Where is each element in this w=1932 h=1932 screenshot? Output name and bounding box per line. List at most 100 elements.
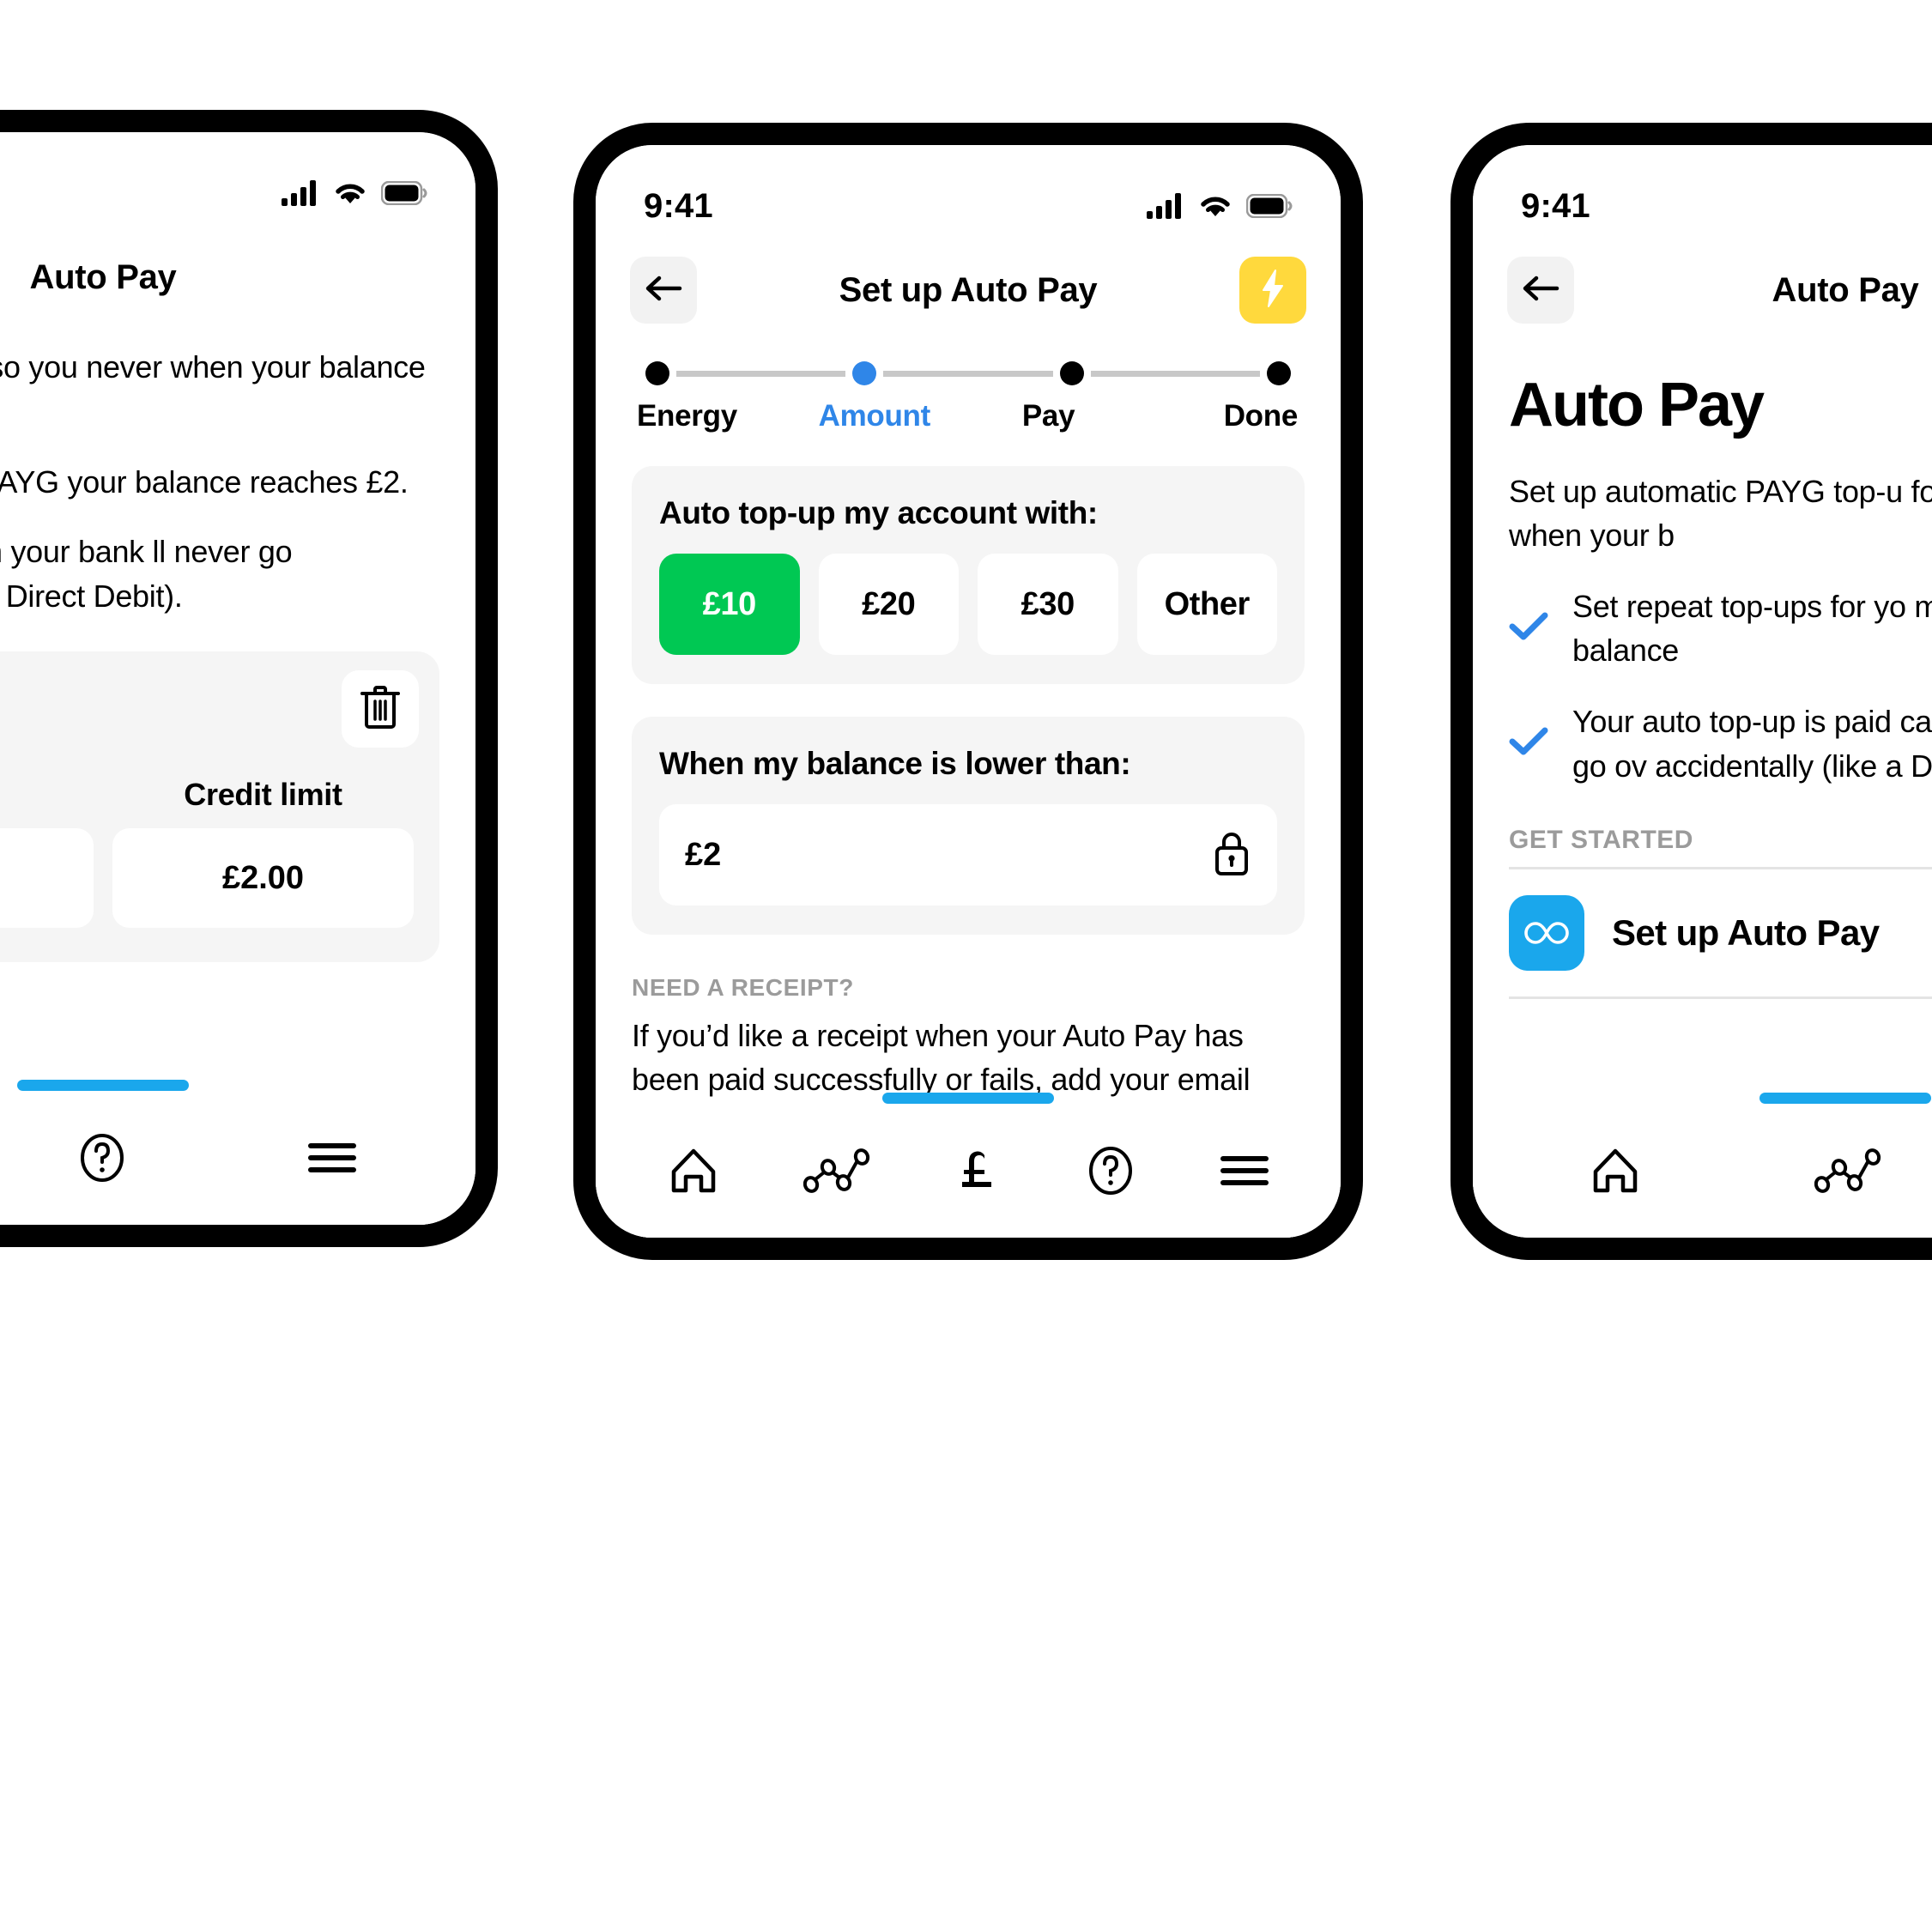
step-label-done[interactable]: Done	[1129, 399, 1303, 433]
credit-limit-label: Credit limit	[184, 777, 342, 813]
check-icon	[1509, 726, 1548, 761]
page-title: Auto Pay	[1772, 270, 1919, 309]
limit-label-hidden	[0, 777, 94, 813]
benefit-item-1: Set repeat top-ups for yo meter when you…	[1509, 584, 1932, 672]
balance-threshold-title: When my balance is lower than:	[659, 746, 1131, 781]
step-dot-energy[interactable]	[645, 361, 669, 385]
step-dot-pay[interactable]	[1059, 361, 1084, 385]
tab-help[interactable]	[1085, 1144, 1136, 1197]
screenshot-canvas: Auto Pay c PAYG top-ups so you never whe…	[0, 0, 1932, 1932]
get-started-label: GET STARTED	[1509, 825, 1693, 854]
tab-payments[interactable]	[954, 1144, 1002, 1197]
tab-help[interactable]	[76, 1131, 128, 1184]
back-button[interactable]	[1507, 257, 1574, 324]
screen-intro: Set up automatic PAYG top-u forget to to…	[1509, 474, 1932, 554]
status-bar	[0, 132, 475, 225]
status-time: 9:41	[644, 186, 713, 225]
nav-bar-middle: Set up Auto Pay	[596, 238, 1341, 332]
limit-col-right: Credit limit £2.00	[112, 777, 414, 929]
tab-bar-middle	[596, 1104, 1341, 1238]
credit-limit-card: Credit limit £2.00	[0, 651, 439, 963]
progress-stepper: Energy Amount Pay Done	[596, 332, 1341, 433]
check-icon	[1509, 611, 1548, 646]
phone-mockup-middle: 9:41 Set up Auto Pay Energy Amount Pay D…	[573, 123, 1363, 1260]
balance-threshold-value: £2	[685, 836, 722, 873]
status-bar: 9:41	[1473, 145, 1932, 238]
phone-mockup-left: Auto Pay c PAYG top-ups so you never whe…	[0, 110, 498, 1247]
paragraph-3: op-up is paid with your bank ll never go…	[0, 534, 293, 615]
balance-threshold-card: When my balance is lower than: £2	[632, 717, 1305, 935]
step-line-3	[1090, 370, 1260, 377]
back-button[interactable]	[630, 257, 697, 324]
tab-home[interactable]	[1589, 1144, 1642, 1197]
status-bar: 9:41	[596, 145, 1341, 238]
cellular-bars-icon	[1147, 193, 1184, 219]
benefit-item-2: Your auto top-up is paid card, so you’ll…	[1509, 700, 1932, 787]
amount-option-20[interactable]: £20	[818, 554, 959, 655]
trash-icon	[359, 684, 402, 735]
home-indicator	[17, 1080, 189, 1091]
paragraph-2: op-ups for your PAYG your balance reache…	[0, 463, 409, 500]
step-dot-done[interactable]	[1266, 361, 1291, 385]
limit-col-left	[0, 777, 94, 929]
wifi-icon	[1198, 193, 1232, 219]
tab-usage[interactable]	[802, 1147, 870, 1195]
setup-auto-pay-row[interactable]: Set up Auto Pay	[1509, 866, 1932, 999]
topup-amount-card: Auto top-up my account with: £10 £20 £30…	[632, 466, 1305, 684]
infinity-icon	[1509, 894, 1584, 971]
page-title: Auto Pay	[29, 257, 177, 296]
phone-screen-left: Auto Pay c PAYG top-ups so you never whe…	[0, 132, 475, 1225]
phone-screen-middle: 9:41 Set up Auto Pay Energy Amount Pay D…	[596, 145, 1341, 1238]
paragraph-1: c PAYG top-ups so you never when your ba…	[0, 349, 426, 385]
credit-limit-value[interactable]: £2.00	[112, 828, 414, 929]
setup-auto-pay-label: Set up Auto Pay	[1612, 911, 1880, 953]
benefit-text-2: Your auto top-up is paid card, so you’ll…	[1572, 704, 1932, 784]
stepper-labels: Energy Amount Pay Done	[633, 399, 1303, 433]
tab-menu[interactable]	[307, 1139, 357, 1177]
step-label-pay[interactable]: Pay	[968, 399, 1129, 433]
arrow-left-icon	[1521, 274, 1560, 307]
tab-bar-right	[1473, 1104, 1932, 1238]
step-line-2	[883, 370, 1053, 377]
content-left: c PAYG top-ups so you never when your ba…	[0, 345, 475, 963]
receipt-eyebrow: NEED A RECEIPT?	[632, 974, 854, 1001]
limit-box-left[interactable]	[0, 828, 94, 929]
cellular-bars-icon	[282, 180, 319, 206]
step-dot-amount[interactable]	[852, 361, 877, 385]
home-indicator	[1759, 1093, 1931, 1104]
limit-row: Credit limit £2.00	[0, 777, 414, 929]
content-right: Auto Pay Set up automatic PAYG top-u for…	[1473, 370, 1932, 999]
amount-option-10[interactable]: £10	[659, 554, 800, 655]
delete-button[interactable]	[342, 670, 419, 748]
step-label-energy[interactable]: Energy	[633, 399, 781, 433]
amount-option-other[interactable]: Other	[1136, 554, 1277, 655]
tab-usage[interactable]	[1814, 1147, 1881, 1195]
topup-amount-options: £10 £20 £30 Other	[659, 554, 1277, 655]
benefit-text-1: Set repeat top-ups for yo meter when you…	[1572, 589, 1932, 669]
step-label-amount[interactable]: Amount	[781, 399, 968, 433]
nav-bar-right: Auto Pay	[1473, 238, 1932, 332]
stepper-track	[645, 361, 1291, 385]
nav-bar-left: Auto Pay	[0, 225, 475, 319]
page-title: Set up Auto Pay	[839, 270, 1098, 309]
step-line-1	[676, 370, 846, 377]
amount-option-30[interactable]: £30	[978, 554, 1118, 655]
tab-home[interactable]	[667, 1144, 720, 1197]
status-icons	[1147, 193, 1293, 219]
lock-icon	[1212, 829, 1251, 881]
quick-action-button[interactable]	[1239, 257, 1306, 324]
phone-mockup-right: 9:41 Auto Pay Auto Pay Set up automatic …	[1451, 123, 1932, 1260]
arrow-left-icon	[644, 274, 683, 307]
wifi-icon	[333, 180, 367, 206]
nav-right-spacer	[374, 244, 441, 311]
home-indicator	[882, 1093, 1054, 1104]
screen-heading: Auto Pay	[1509, 371, 1765, 439]
tab-menu[interactable]	[1220, 1152, 1269, 1190]
battery-icon	[1246, 194, 1293, 218]
lightning-bolt-icon	[1258, 269, 1287, 312]
battery-icon	[381, 181, 427, 205]
tab-bar-left	[0, 1091, 475, 1225]
phone-screen-right: 9:41 Auto Pay Auto Pay Set up automatic …	[1473, 145, 1932, 1238]
balance-threshold-input[interactable]: £2	[659, 804, 1277, 905]
topup-amount-title: Auto top-up my account with:	[659, 495, 1098, 530]
